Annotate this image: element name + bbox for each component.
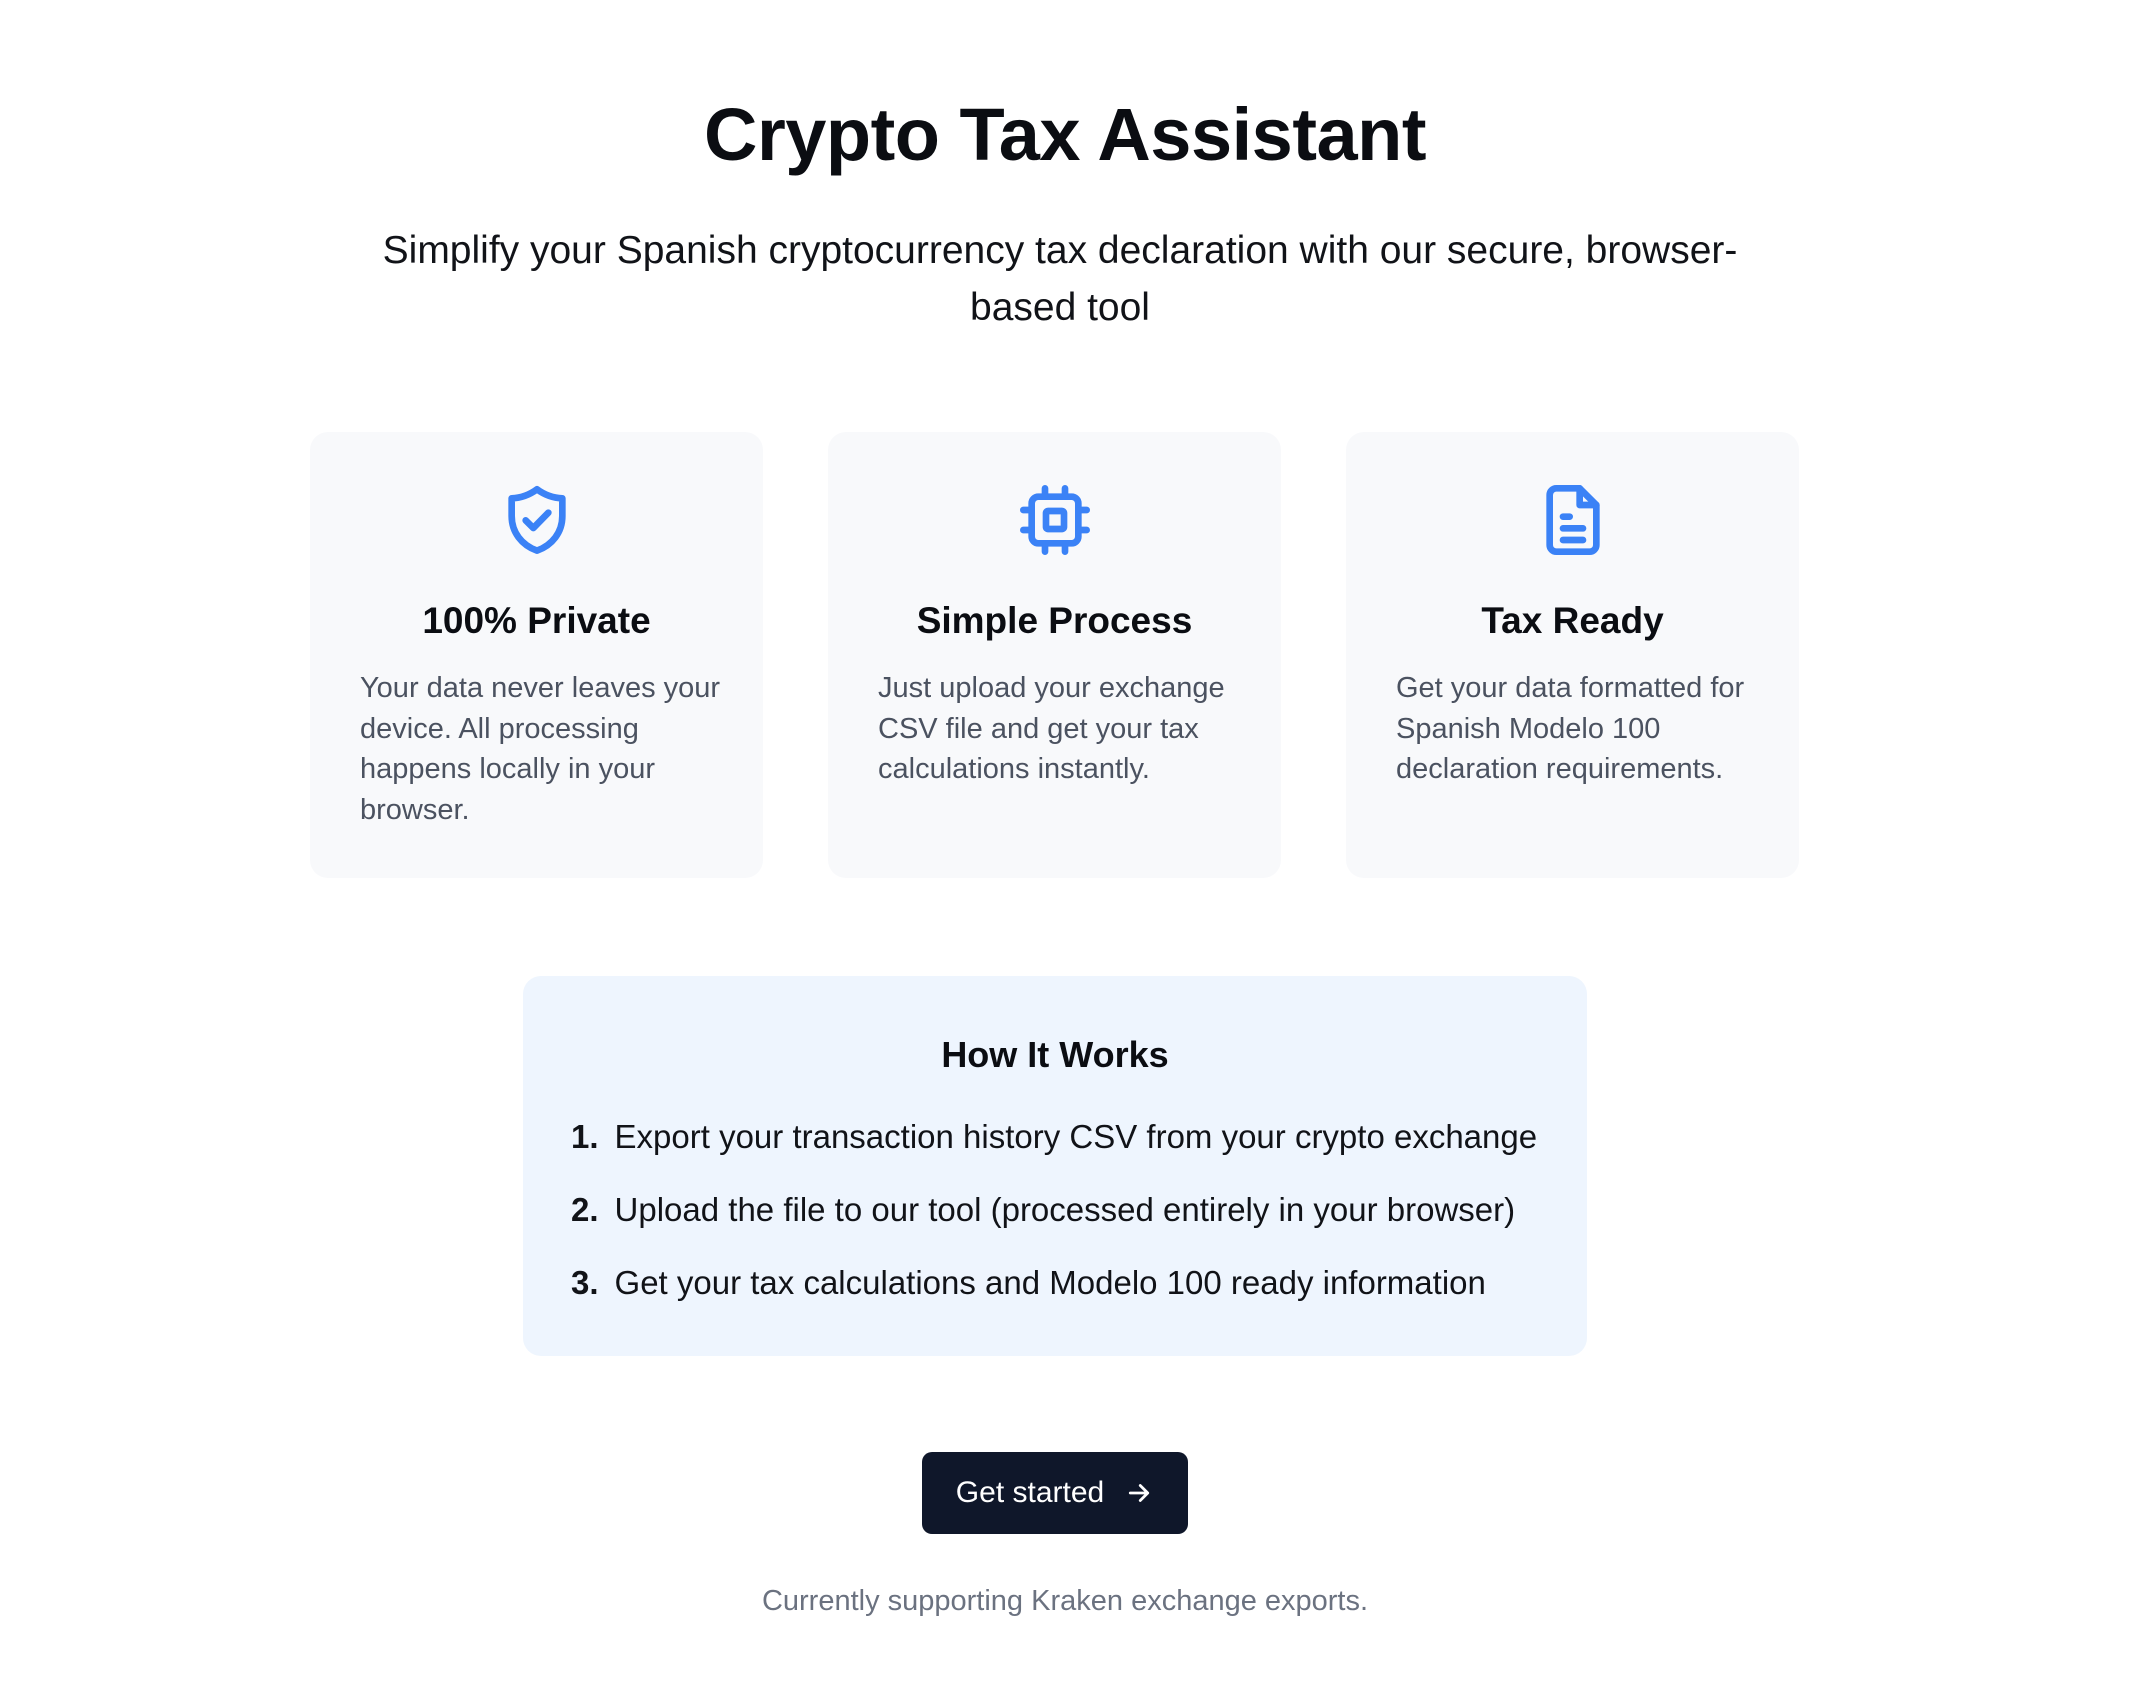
step-text: Get your tax calculations and Modelo 100… [614,1264,1486,1301]
document-text-icon [1533,480,1613,560]
landing-page: Crypto Tax Assistant Simplify your Spani… [0,0,2130,1688]
feature-title: 100% Private [422,600,651,641]
feature-card-private: 100% Private Your data never leaves your… [310,432,763,878]
get-started-label: Get started [955,1476,1105,1509]
feature-title: Tax Ready [1481,600,1664,641]
shield-check-icon [497,480,577,560]
arrow-right-icon [1124,1478,1154,1508]
supported-exchanges-note: Currently supporting Kraken exchange exp… [761,1585,1369,1617]
feature-title: Simple Process [916,600,1193,641]
step-number: 1. [571,1118,599,1155]
step-item: 1. Export your transaction history CSV f… [571,1118,1537,1191]
step-item: 3. Get your tax calculations and Modelo … [571,1264,1537,1337]
page-subtitle: Simplify your Spanish cryptocurrency tax… [382,229,1738,329]
step-text: Upload the file to our tool (processed e… [614,1191,1516,1228]
feature-description: Your data never leaves your device. All … [360,672,721,826]
how-it-works-title: How It Works [941,1034,1169,1075]
feature-description: Just upload your exchange CSV file and g… [878,672,1225,785]
step-item: 2. Upload the file to our tool (processe… [571,1191,1537,1264]
feature-card-tax-ready: Tax Ready Get your data formatted for Sp… [1346,432,1799,878]
page-title: Crypto Tax Assistant [704,93,1426,176]
feature-description: Get your data formatted for Spanish Mode… [1396,672,1745,785]
step-number: 2. [571,1191,599,1228]
cpu-chip-icon [1015,480,1095,560]
get-started-button[interactable]: Get started [922,1452,1188,1534]
step-text: Export your transaction history CSV from… [614,1118,1538,1155]
steps-list: 1. Export your transaction history CSV f… [571,1118,1537,1337]
feature-card-process: Simple Process Just upload your exchange… [828,432,1281,878]
step-number: 3. [571,1264,599,1301]
how-it-works-panel: How It Works 1. Export your transaction … [523,976,1587,1356]
